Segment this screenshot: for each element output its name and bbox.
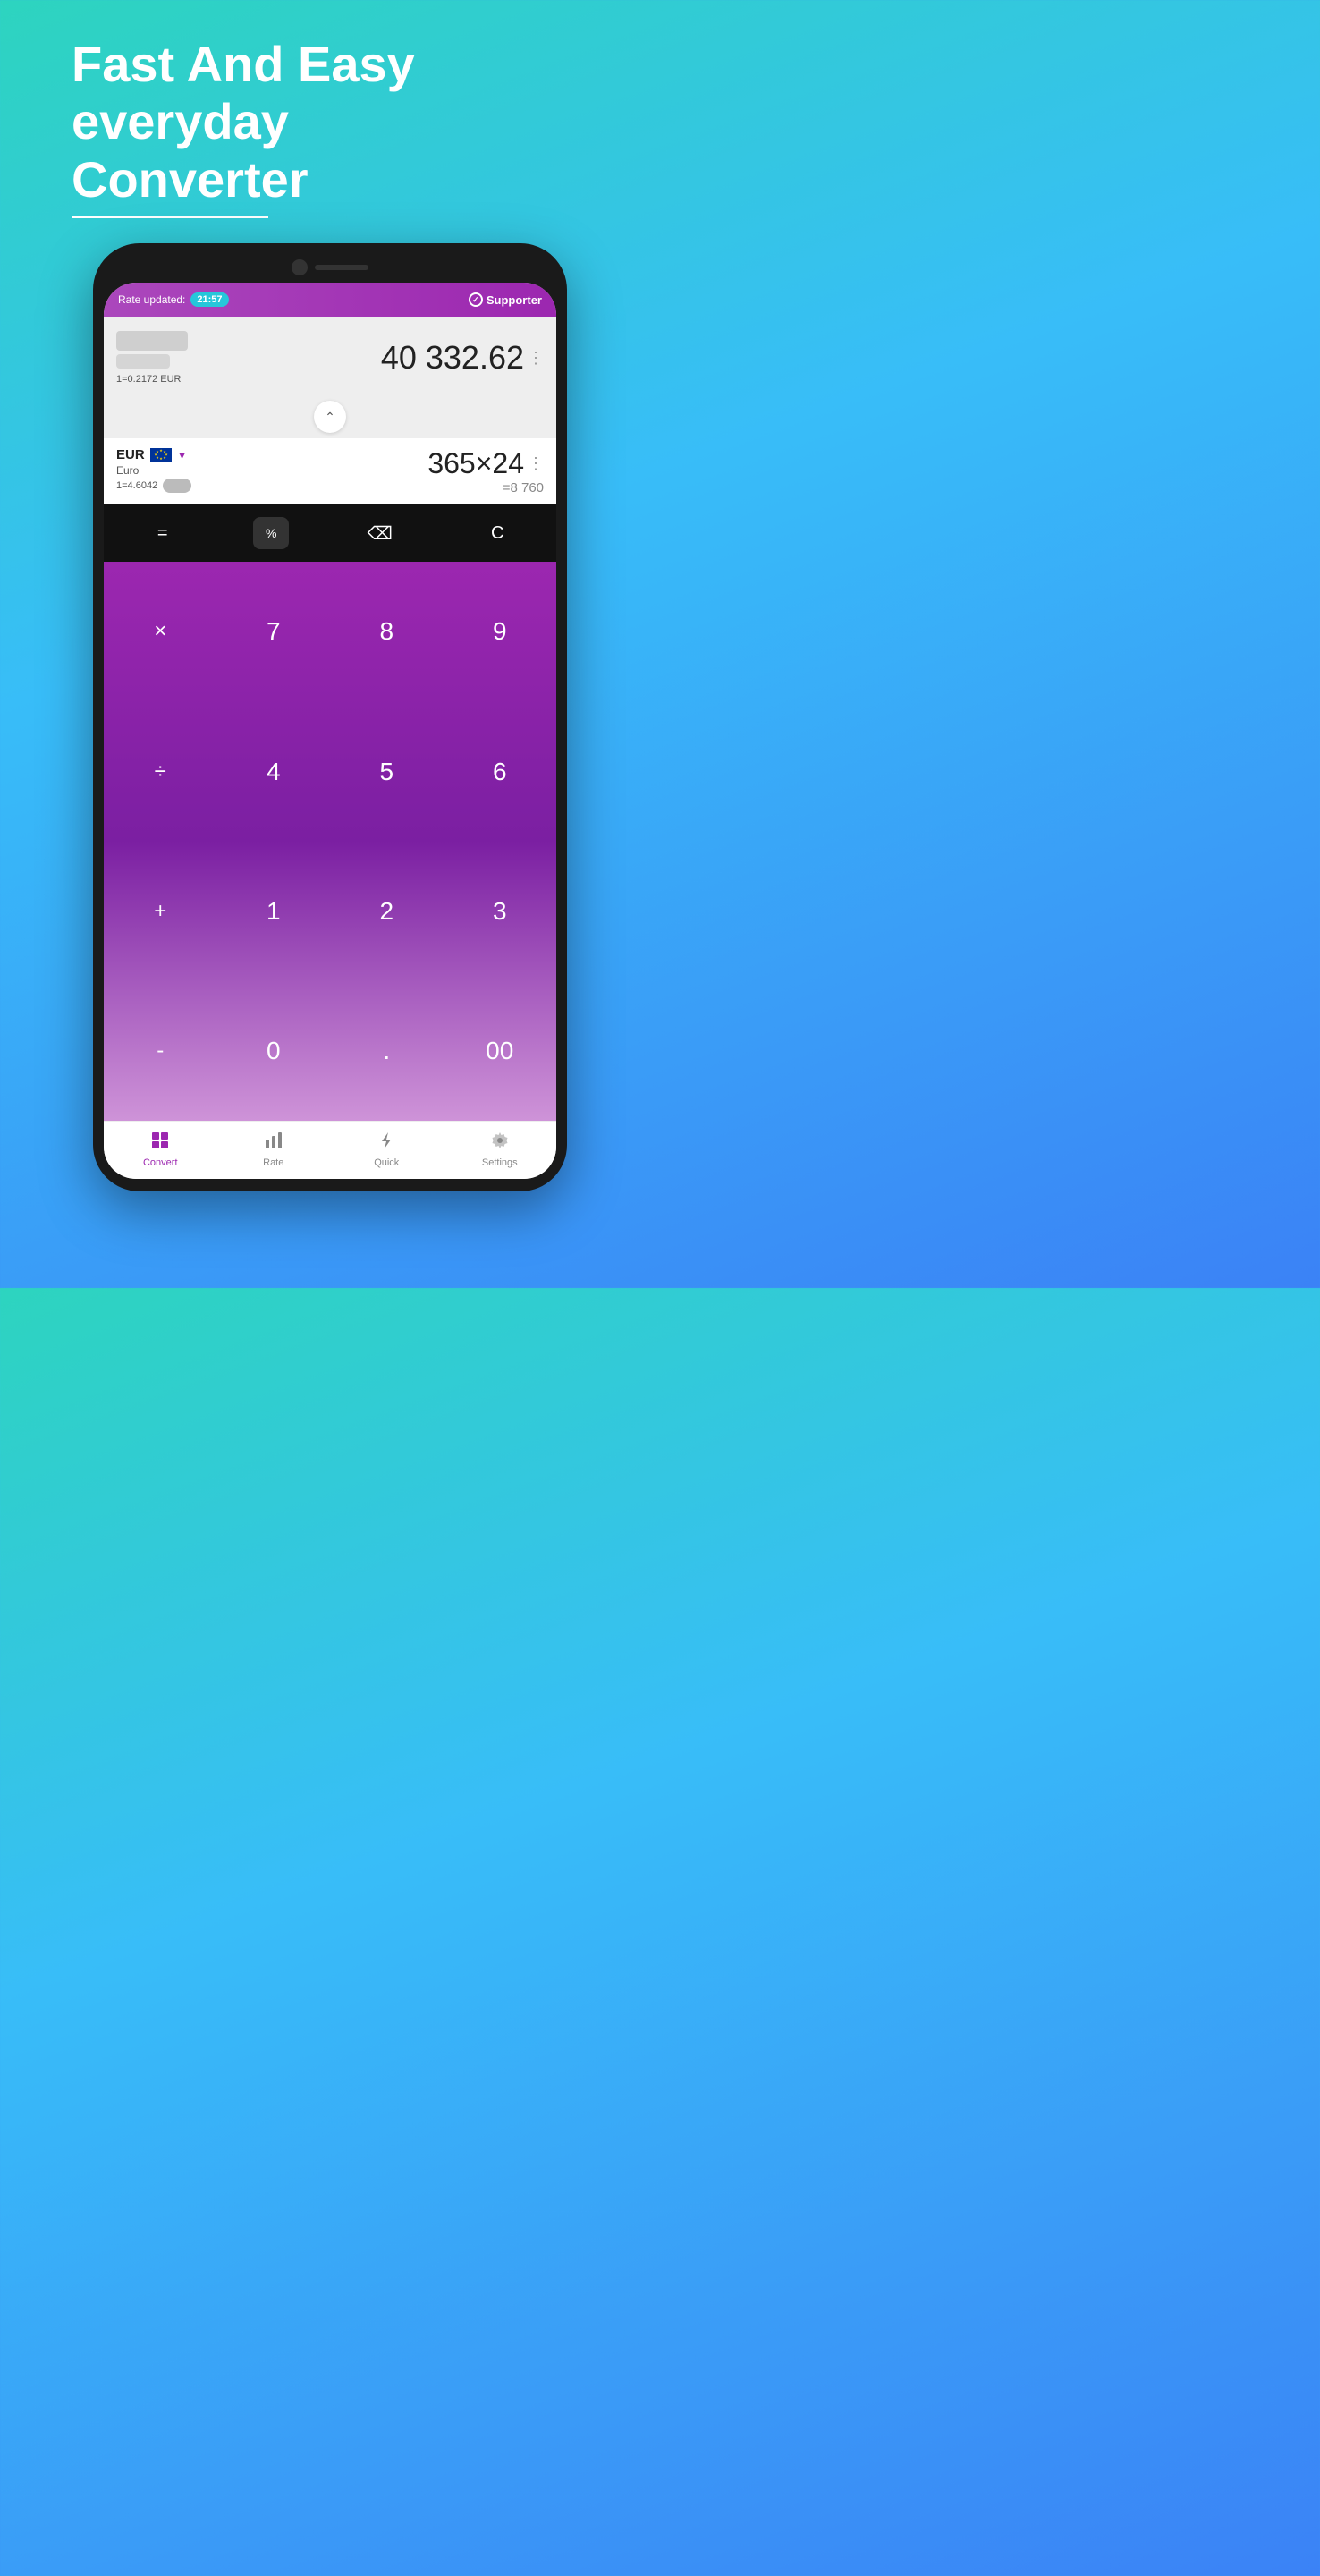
speaker — [315, 265, 368, 270]
key--button[interactable]: - — [104, 981, 217, 1121]
nav-item-quick[interactable]: Quick — [330, 1127, 444, 1172]
nav-label-quick: Quick — [374, 1157, 399, 1168]
hero-line1: Fast And Easy — [72, 36, 415, 92]
nav-label-settings: Settings — [482, 1157, 518, 1168]
nav-item-convert[interactable]: Convert — [104, 1127, 217, 1172]
nav-item-settings[interactable]: Settings — [444, 1127, 557, 1172]
top-amount: 40 332.62 — [381, 339, 524, 377]
calc-expression-section: 365×24 ⋮ =8 760 — [427, 447, 544, 496]
result-text: =8 760 — [427, 480, 544, 496]
top-currency-flag2 — [116, 354, 170, 369]
status-bar: Rate updated: 21:57 ✓ Supporter — [104, 283, 556, 317]
key-8-button[interactable]: 8 — [330, 562, 444, 701]
eur-top-row[interactable]: EUR ★ ★ ★ ★ ★ ★ — [116, 447, 191, 462]
top-amount-container: 40 332.62 ⋮ — [381, 339, 544, 377]
eur-rate-text: 1=4.6042 — [116, 480, 157, 491]
key-2-button[interactable]: 2 — [330, 842, 444, 981]
key-9-button[interactable]: 9 — [444, 562, 557, 701]
phone-screen: Rate updated: 21:57 ✓ Supporter 1=0.2172… — [104, 283, 556, 1179]
nav-gear-icon — [490, 1131, 510, 1155]
currency-dropdown-arrow[interactable]: ▼ — [177, 449, 188, 462]
nav-grid-icon — [150, 1131, 170, 1155]
supporter-badge[interactable]: ✓ Supporter — [469, 292, 542, 307]
rate-label: Rate updated: — [118, 293, 185, 306]
nav-flash-icon — [377, 1131, 396, 1155]
key-4-button[interactable]: 4 — [217, 701, 331, 841]
supporter-label: Supporter — [487, 293, 542, 307]
eur-code: EUR — [116, 447, 145, 462]
bottom-currency-row: EUR ★ ★ ★ ★ ★ ★ — [116, 447, 544, 496]
hero-section: Fast And Easy everyday Converter — [0, 0, 660, 218]
keypad-grid: ×789 ÷456 +123 -0.00 — [104, 562, 556, 1121]
backspace-button[interactable]: ⌫ — [353, 513, 407, 553]
svg-text:★: ★ — [163, 449, 166, 453]
chevron-up-button[interactable]: ⌃ — [314, 401, 346, 433]
eur-rate-row: 1=4.6042 — [116, 479, 191, 493]
svg-text:★: ★ — [163, 455, 166, 460]
key--button[interactable]: ÷ — [104, 701, 217, 841]
top-dots-icon[interactable]: ⋮ — [524, 349, 544, 368]
nav-label-convert: Convert — [143, 1157, 178, 1168]
svg-text:★: ★ — [156, 449, 159, 453]
key-5-button[interactable]: 5 — [330, 701, 444, 841]
top-currency-flag — [116, 331, 188, 351]
key-00-button[interactable]: 00 — [444, 981, 557, 1121]
key--button[interactable]: × — [104, 562, 217, 701]
top-exchange-rate: 1=0.2172 EUR — [116, 374, 188, 385]
key-1-button[interactable]: 1 — [217, 842, 331, 981]
divider-row: ⌃ — [104, 395, 556, 438]
top-currency-left: 1=0.2172 EUR — [116, 331, 188, 385]
bottom-dots-icon[interactable]: ⋮ — [524, 454, 544, 473]
hero-line3: Converter — [72, 151, 309, 208]
nav-bar-chart-icon — [264, 1131, 283, 1155]
eu-flag-icon: ★ ★ ★ ★ ★ ★ ★ ★ — [150, 448, 172, 462]
rate-updated-section: Rate updated: 21:57 — [118, 292, 229, 307]
toggle-pill[interactable] — [163, 479, 191, 493]
hero-line2: everyday — [72, 93, 289, 149]
percent-button[interactable]: % — [253, 517, 289, 549]
svg-text:★: ★ — [156, 455, 159, 460]
nav-item-rate[interactable]: Rate — [217, 1127, 331, 1172]
phone-shell: Rate updated: 21:57 ✓ Supporter 1=0.2172… — [93, 243, 567, 1191]
hero-underline — [72, 216, 268, 218]
bottom-nav: Convert Rate Quick Settings — [104, 1121, 556, 1179]
camera-icon — [292, 259, 308, 275]
eur-full-name: Euro — [116, 464, 191, 477]
top-currency-row: 1=0.2172 EUR 40 332.62 ⋮ — [116, 326, 544, 390]
key-3-button[interactable]: 3 — [444, 842, 557, 981]
bottom-currency-display: EUR ★ ★ ★ ★ ★ ★ — [104, 438, 556, 504]
key--button[interactable]: . — [330, 981, 444, 1121]
eur-left-section: EUR ★ ★ ★ ★ ★ ★ — [116, 447, 191, 493]
nav-label-rate: Rate — [263, 1157, 283, 1168]
top-currency-display: 1=0.2172 EUR 40 332.62 ⋮ — [104, 317, 556, 395]
key-0-button[interactable]: 0 — [217, 981, 331, 1121]
time-badge: 21:57 — [190, 292, 228, 307]
expression-text: 365×24 — [427, 447, 524, 480]
key-7-button[interactable]: 7 — [217, 562, 331, 701]
check-icon: ✓ — [469, 292, 483, 307]
key-6-button[interactable]: 6 — [444, 701, 557, 841]
equals-button[interactable]: = — [136, 513, 190, 553]
keypad-top-row: = % ⌫ C — [104, 504, 556, 562]
clear-button[interactable]: C — [470, 513, 524, 553]
phone-notch — [104, 256, 556, 279]
key--button[interactable]: + — [104, 842, 217, 981]
